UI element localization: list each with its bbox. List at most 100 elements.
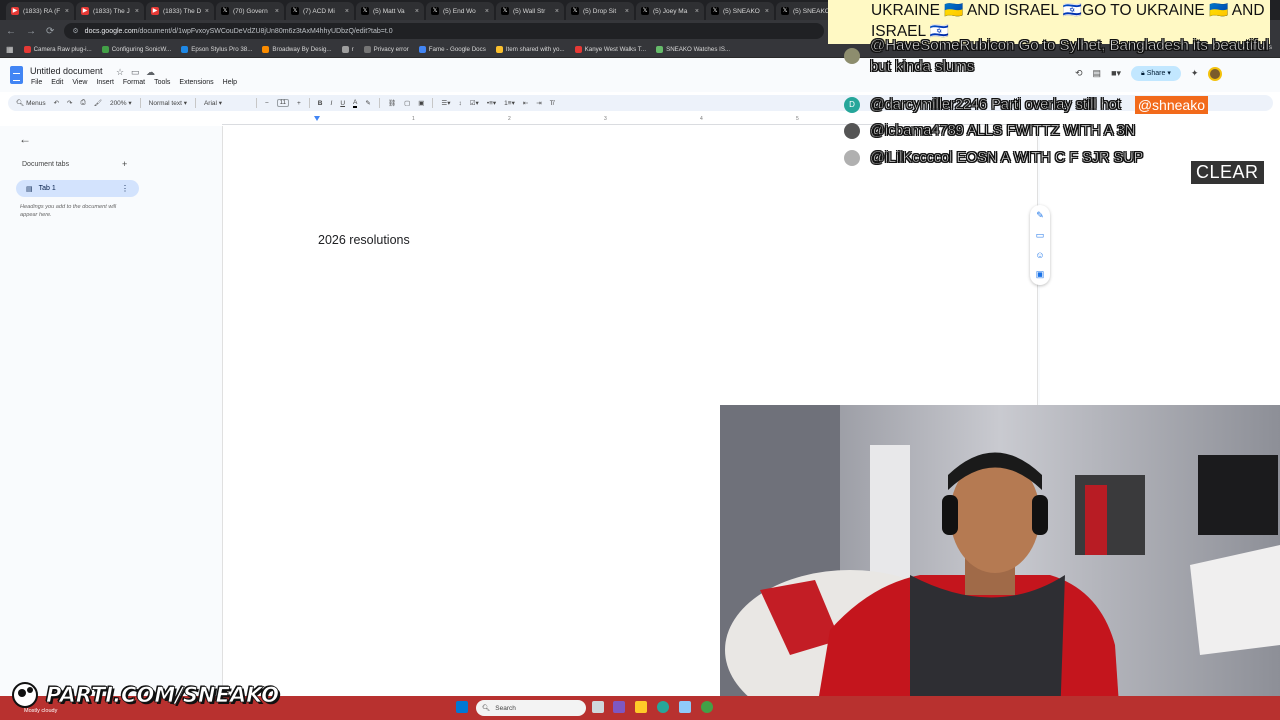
file-explorer-icon[interactable] bbox=[635, 701, 647, 713]
start-icon[interactable] bbox=[456, 701, 468, 713]
bookmark-item[interactable]: Privacy error bbox=[363, 46, 409, 53]
browser-tab[interactable]: 𝕏 (5) End Wo × bbox=[426, 2, 494, 20]
search-menus[interactable]: 🔍︎ Menus bbox=[16, 99, 46, 107]
browser-tab[interactable]: 𝕏 (5) SNEAKO × bbox=[706, 2, 774, 20]
browser-tab[interactable]: 𝕏 (70) Govern × bbox=[216, 2, 284, 20]
menu-file[interactable]: File bbox=[31, 79, 42, 86]
forward-icon[interactable]: → bbox=[26, 26, 36, 37]
close-outline-arrow-icon[interactable]: ← bbox=[19, 132, 31, 146]
bulleted-list-icon[interactable]: •≡▾ bbox=[487, 99, 496, 107]
edit-mode-icon[interactable]: ✎ bbox=[1036, 210, 1044, 221]
suggest-edits-icon[interactable]: ▣ bbox=[1036, 269, 1045, 280]
bookmark-item[interactable]: Broadway By Desig... bbox=[262, 46, 332, 53]
close-tab-icon[interactable]: × bbox=[205, 8, 209, 15]
numbered-list-icon[interactable]: 1≡▾ bbox=[504, 99, 515, 107]
add-comment-icon[interactable]: ▢ bbox=[404, 99, 410, 107]
browser-tab[interactable]: 𝕏 (5) Matt Va × bbox=[356, 2, 424, 20]
browser-tab[interactable]: 𝕏 (5) Wall Str × bbox=[496, 2, 564, 20]
close-tab-icon[interactable]: × bbox=[695, 8, 699, 15]
bookmark-item[interactable]: Epson Stylus Pro 38... bbox=[181, 46, 252, 53]
bookmark-item[interactable]: Kanye West Walks T... bbox=[574, 46, 646, 53]
menu-view[interactable]: View bbox=[72, 79, 87, 86]
underline-icon[interactable]: U bbox=[340, 100, 345, 107]
app-icon[interactable] bbox=[613, 701, 625, 713]
sidebar-tab-1[interactable]: ▤ Tab 1 ⋮ bbox=[16, 180, 139, 197]
undo-icon[interactable]: ↶ bbox=[54, 99, 59, 107]
increase-indent-icon[interactable]: ⇥ bbox=[536, 99, 541, 107]
emoji-reaction-icon[interactable]: ☺ bbox=[1035, 250, 1044, 260]
move-folder-icon[interactable]: ▭ bbox=[131, 67, 140, 78]
line-spacing-icon[interactable]: ↕ bbox=[458, 100, 461, 107]
menu-edit[interactable]: Edit bbox=[51, 79, 63, 86]
edge-icon[interactable] bbox=[657, 701, 669, 713]
close-tab-icon[interactable]: × bbox=[345, 8, 349, 15]
star-icon[interactable]: ☆ bbox=[116, 67, 124, 78]
weather-widget[interactable]: Mostly cloudy bbox=[24, 708, 57, 714]
docs-logo-icon[interactable] bbox=[10, 66, 23, 84]
italic-icon[interactable]: I bbox=[331, 100, 333, 107]
add-comment-side-icon[interactable]: ▭ bbox=[1036, 230, 1045, 241]
clear-formatting-icon[interactable]: T̸ bbox=[550, 100, 554, 107]
paint-format-icon[interactable]: 🖌︎ bbox=[94, 99, 102, 107]
align-icon[interactable]: ☰▾ bbox=[441, 99, 450, 107]
site-info-icon[interactable]: ⚙ bbox=[72, 27, 78, 35]
browser-tab[interactable]: ▶ (1833) The J × bbox=[76, 2, 144, 20]
taskbar-search[interactable]: 🔍︎ Search bbox=[476, 700, 586, 716]
close-tab-icon[interactable]: × bbox=[485, 8, 489, 15]
indent-marker[interactable] bbox=[314, 116, 320, 121]
bookmark-label: Privacy error bbox=[373, 46, 409, 53]
insert-image-icon[interactable]: ▣ bbox=[418, 99, 424, 107]
browser-tab[interactable]: ▶ (1833) RA (F × bbox=[6, 2, 74, 20]
close-tab-icon[interactable]: × bbox=[625, 8, 629, 15]
document-title[interactable]: Untitled document bbox=[30, 66, 103, 76]
bookmark-item[interactable]: r bbox=[341, 46, 354, 53]
task-view-icon[interactable] bbox=[592, 701, 604, 713]
bookmark-item[interactable]: Fame - Google Docs bbox=[418, 46, 486, 53]
close-tab-icon[interactable]: × bbox=[135, 8, 139, 15]
close-tab-icon[interactable]: × bbox=[65, 8, 69, 15]
decrease-font-size-icon[interactable]: − bbox=[265, 100, 269, 107]
decrease-indent-icon[interactable]: ⇤ bbox=[523, 99, 528, 107]
menu-extensions[interactable]: Extensions bbox=[179, 79, 213, 86]
bold-icon[interactable]: B bbox=[318, 100, 323, 107]
text-color-icon[interactable]: A bbox=[353, 99, 358, 108]
browser-tab[interactable]: 𝕏 (7) ACD Mi × bbox=[286, 2, 354, 20]
clear-chat-button[interactable]: CLEAR bbox=[1191, 161, 1264, 184]
close-tab-icon[interactable]: × bbox=[555, 8, 559, 15]
close-tab-icon[interactable]: × bbox=[275, 8, 279, 15]
chrome-icon[interactable] bbox=[701, 701, 713, 713]
add-tab-icon[interactable]: + bbox=[122, 159, 127, 169]
apps-icon[interactable]: ▦ bbox=[6, 45, 14, 54]
checklist-icon[interactable]: ☑▾ bbox=[470, 99, 479, 107]
tab-more-icon[interactable]: ⋮ bbox=[121, 184, 129, 193]
bookmark-item[interactable]: Camera Raw plug-i... bbox=[23, 46, 92, 53]
store-icon[interactable] bbox=[679, 701, 691, 713]
address-bar[interactable]: ⚙ docs.google.com/document/d/1wpFvxoySWC… bbox=[64, 23, 825, 39]
browser-tab[interactable]: 𝕏 (5) Joey Ma × bbox=[636, 2, 704, 20]
style-select[interactable]: Normal text ▾ bbox=[149, 99, 187, 107]
side-actions-rail: ✎ ▭ ☺ ▣ bbox=[1030, 205, 1050, 285]
bookmark-item[interactable]: Item shared with yo... bbox=[495, 46, 565, 53]
print-icon[interactable]: ⎙ bbox=[80, 99, 85, 107]
menu-format[interactable]: Format bbox=[123, 79, 145, 86]
bookmark-item[interactable]: SNEAKO Watches IS... bbox=[656, 46, 730, 53]
menu-insert[interactable]: Insert bbox=[96, 79, 114, 86]
back-icon[interactable]: ← bbox=[6, 26, 16, 37]
browser-tab[interactable]: ▶ (1833) The D × bbox=[146, 2, 214, 20]
font-size-input[interactable]: 11 bbox=[276, 99, 289, 107]
close-tab-icon[interactable]: × bbox=[765, 8, 769, 15]
bookmark-item[interactable]: Configuring SonicW... bbox=[101, 46, 171, 53]
redo-icon[interactable]: ↷ bbox=[67, 99, 72, 107]
reload-icon[interactable]: ⟳ bbox=[46, 26, 54, 37]
zoom-select[interactable]: 200% ▾ bbox=[110, 99, 132, 107]
font-select[interactable]: Arial ▾ bbox=[204, 99, 248, 107]
increase-font-size-icon[interactable]: + bbox=[297, 100, 301, 107]
insert-link-icon[interactable]: ⛓ bbox=[388, 99, 396, 107]
browser-tab[interactable]: 𝕏 (5) Drop Sit × bbox=[566, 2, 634, 20]
streamer-video-image bbox=[720, 405, 1280, 720]
menu-help[interactable]: Help bbox=[223, 79, 237, 86]
highlight-icon[interactable]: ✎ bbox=[365, 99, 370, 107]
menu-tools[interactable]: Tools bbox=[154, 79, 170, 86]
close-tab-icon[interactable]: × bbox=[415, 8, 419, 15]
document-body-text[interactable]: 2026 resolutions bbox=[318, 233, 410, 247]
